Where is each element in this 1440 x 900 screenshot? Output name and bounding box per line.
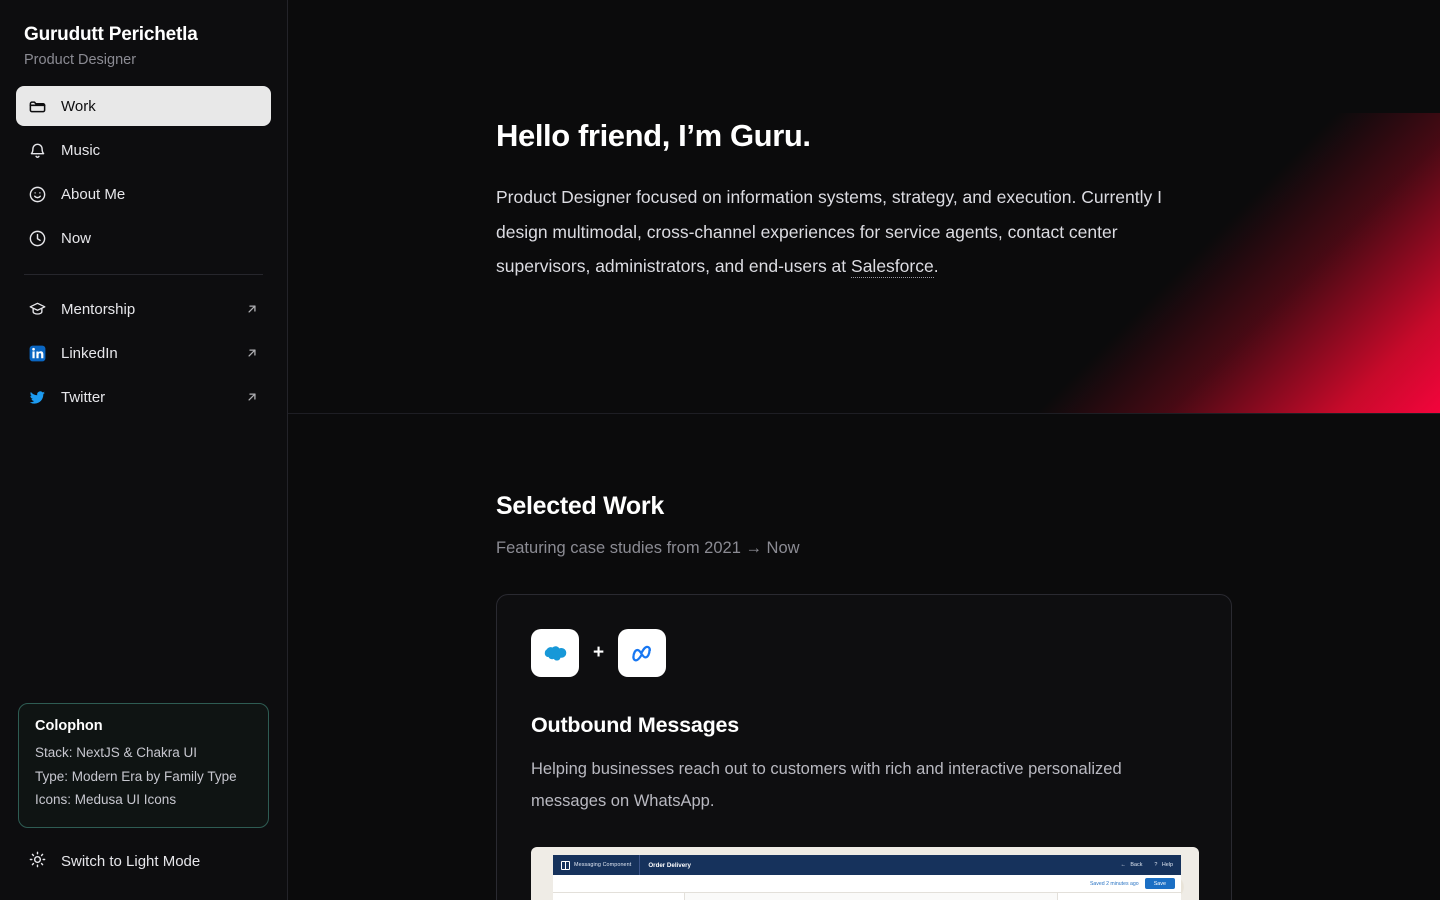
sidebar-item-twitter[interactable]: Twitter (16, 377, 271, 417)
selected-work-section: Selected Work Featuring case studies fro… (288, 414, 1440, 900)
section-title: Selected Work (496, 492, 1440, 521)
colophon-title: Colophon (35, 718, 252, 734)
linkedin-icon (28, 344, 47, 363)
preview-app-window: Messaging Component Order Delivery ← Bac… (553, 855, 1181, 900)
work-card-preview-screenshot[interactable]: Messaging Component Order Delivery ← Bac… (531, 847, 1199, 900)
sidebar-item-label: About Me (61, 186, 259, 203)
sidebar-divider (24, 274, 263, 275)
sidebar-item-now[interactable]: Now (16, 218, 271, 258)
sidebar-item-mentorship[interactable]: Mentorship (16, 289, 271, 329)
grid-icon (561, 861, 570, 870)
graduation-cap-icon (28, 300, 47, 319)
preview-subbar: Saved 2 minutes ago Save (553, 875, 1181, 893)
work-card-outbound-messages[interactable]: + Outbound Messages Helping businesses r… (496, 594, 1232, 900)
meta-logo (618, 629, 666, 677)
sidebar: Gurudutt Perichetla Product Designer Wor… (0, 0, 288, 900)
bell-icon (28, 141, 47, 160)
colophon-type: Type: Modern Era by Family Type (35, 765, 252, 788)
clock-icon (28, 229, 47, 248)
sidebar-item-label: Work (61, 98, 259, 115)
preview-app-chip: Messaging Component (553, 855, 640, 875)
sidebar-item-work[interactable]: Work (16, 86, 271, 126)
sidebar-spacer (16, 417, 271, 703)
colophon-icons: Icons: Medusa UI Icons (35, 788, 252, 811)
hero-description: Product Designer focused on information … (496, 180, 1202, 284)
brand-role: Product Designer (16, 52, 271, 68)
preview-help-button[interactable]: ? Help (1154, 862, 1173, 868)
sidebar-item-label: Mentorship (61, 301, 231, 318)
colophon-stack: Stack: NextJS & Chakra UI (35, 741, 252, 764)
colophon-card: Colophon Stack: NextJS & Chakra UI Type:… (18, 703, 269, 828)
preview-saved-status: Saved 2 minutes ago (1090, 881, 1139, 887)
external-link-arrow-icon (245, 346, 259, 360)
plus-separator: + (593, 642, 604, 664)
work-card-description: Helping businesses reach out to customer… (531, 753, 1197, 817)
preview-help-label: Help (1162, 862, 1173, 868)
preview-left-panel: Component Details (553, 893, 685, 900)
external-link-arrow-icon (245, 390, 259, 404)
sidebar-item-label: Twitter (61, 389, 231, 406)
section-subtitle: Featuring case studies from 2021 → Now (496, 539, 1440, 558)
hero-description-text: Product Designer focused on information … (496, 187, 1162, 276)
preview-right-panel: Component Properties Review your compone… (1057, 893, 1181, 900)
folder-icon (28, 97, 47, 116)
main-content: Hello friend, I’m Guru. Product Designer… (288, 0, 1440, 900)
brand-name: Gurudutt Perichetla (16, 24, 271, 46)
smiley-icon (28, 185, 47, 204)
theme-toggle-button[interactable]: Switch to Light Mode (16, 844, 271, 878)
page-root: Gurudutt Perichetla Product Designer Wor… (0, 0, 1440, 900)
sidebar-item-music[interactable]: Music (16, 130, 271, 170)
sidebar-item-linkedin[interactable]: LinkedIn (16, 333, 271, 373)
work-card-title: Outbound Messages (531, 713, 1197, 738)
preview-back-label: Back (1130, 862, 1142, 868)
theme-toggle-label: Switch to Light Mode (61, 853, 200, 870)
external-links-nav: Mentorship LinkedIn (16, 289, 271, 417)
sun-icon (28, 850, 47, 873)
hero-description-tail: . (934, 256, 939, 276)
primary-nav: Work Music (16, 86, 271, 258)
preview-navbar: Messaging Component Order Delivery ← Bac… (553, 855, 1181, 875)
twitter-icon (28, 388, 47, 407)
external-link-arrow-icon (245, 302, 259, 316)
preview-body: Component Details Component Formatting C… (553, 893, 1181, 900)
page-title: Hello friend, I’m Guru. (496, 118, 1440, 154)
preview-navbar-actions: ← Back ? Help (1121, 862, 1181, 868)
preview-app-name: Messaging Component (574, 862, 631, 868)
work-card-logos: + (531, 629, 1197, 677)
preview-center-panel: Component Formatting (685, 893, 1057, 900)
preview-save-button[interactable]: Save (1145, 878, 1175, 889)
sidebar-item-label: Now (61, 230, 259, 247)
preview-object-name: Order Delivery (640, 862, 691, 869)
hero-section: Hello friend, I’m Guru. Product Designer… (288, 0, 1440, 414)
sidebar-item-label: Music (61, 142, 259, 159)
salesforce-logo (531, 629, 579, 677)
sidebar-item-label: LinkedIn (61, 345, 231, 362)
salesforce-link[interactable]: Salesforce (851, 256, 934, 278)
sidebar-item-about-me[interactable]: About Me (16, 174, 271, 214)
preview-back-button[interactable]: ← Back (1121, 862, 1143, 868)
